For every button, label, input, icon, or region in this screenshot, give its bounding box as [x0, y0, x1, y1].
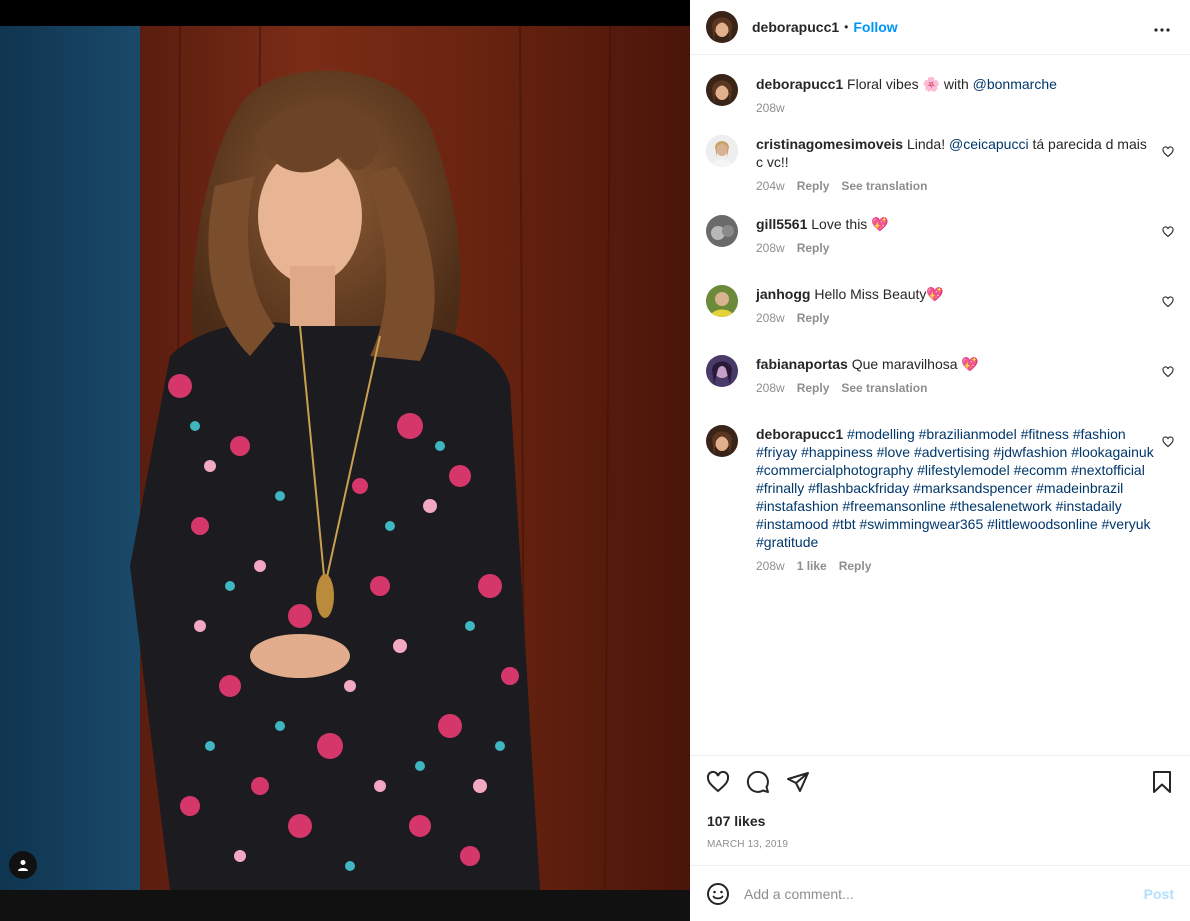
likes-count[interactable]: 107 likes — [690, 813, 1190, 829]
comment-time[interactable]: 208w — [756, 381, 785, 395]
comment-item: cristinagomesimoveis Linda! @ceicapucci … — [706, 135, 1174, 193]
caption-emoji: 🌸 — [922, 76, 940, 92]
more-options-icon — [1154, 28, 1170, 32]
comment-username[interactable]: gill5561 — [756, 216, 807, 232]
comment-likes-button[interactable]: 1 like — [797, 559, 827, 573]
comment-username[interactable]: deborapucc1 — [756, 426, 843, 442]
emoji-icon — [707, 882, 729, 905]
header-separator: • — [844, 20, 849, 34]
like-comment-button[interactable] — [1162, 435, 1174, 451]
emoji-button[interactable] — [706, 882, 730, 906]
photo-illustration — [0, 26, 690, 890]
comment-meta: 208w Reply — [756, 311, 1156, 325]
bookmark-icon — [1153, 771, 1171, 793]
like-comment-button[interactable] — [1162, 145, 1174, 161]
comment-text: Que maravilhosa — [851, 356, 958, 372]
avatar[interactable] — [706, 285, 738, 317]
instagram-post-modal: deborapucc1 • Follow deborapucc1 Floral … — [0, 0, 1190, 921]
comment-emoji: 💖 — [961, 356, 979, 372]
more-options-button[interactable] — [1150, 13, 1174, 41]
add-comment-bar: Post — [690, 865, 1190, 921]
comment-meta: 204w Reply See translation — [756, 179, 1156, 193]
caption-text-with: with — [943, 76, 969, 92]
post-side-panel: deborapucc1 • Follow deborapucc1 Floral … — [690, 0, 1190, 921]
comment-meta: 208w 1 like Reply — [756, 559, 1156, 573]
user-tag-icon — [18, 860, 28, 871]
comment-hashtags[interactable]: #modelling #brazilianmodel #fitness #fas… — [756, 426, 1154, 550]
comment-text: Linda! — [906, 136, 946, 152]
reply-button[interactable]: Reply — [797, 241, 830, 255]
comment-text: Love this — [811, 216, 868, 232]
heart-icon — [706, 770, 730, 793]
like-comment-button[interactable] — [1162, 365, 1174, 381]
avatar[interactable] — [706, 11, 738, 43]
comment-username[interactable]: fabianaportas — [756, 356, 848, 372]
save-button[interactable] — [1150, 770, 1174, 794]
share-button[interactable] — [786, 770, 810, 794]
comment-time[interactable]: 208w — [756, 559, 785, 573]
caption-mention[interactable]: @bonmarche — [973, 76, 1057, 92]
comment-meta: 208w Reply See translation — [756, 381, 1156, 395]
user-tag-button[interactable] — [9, 851, 37, 879]
post-header: deborapucc1 • Follow — [690, 0, 1190, 55]
heart-icon — [1162, 146, 1174, 158]
like-button[interactable] — [706, 770, 730, 794]
heart-icon — [1162, 296, 1174, 308]
heart-icon — [1162, 226, 1174, 238]
comment-item: gill5561 Love this 💖 208w Reply — [706, 215, 1174, 255]
comment-mention[interactable]: @ceicapucci — [949, 136, 1029, 152]
caption-text: Floral vibes — [847, 76, 919, 92]
caption: deborapucc1 Floral vibes 🌸 with @bonmarc… — [706, 74, 1174, 115]
post-date[interactable]: MARCH 13, 2019 — [690, 839, 1190, 850]
reply-button[interactable]: Reply — [797, 179, 830, 193]
heart-icon — [1162, 366, 1174, 378]
post-comment-button[interactable]: Post — [1144, 886, 1174, 902]
reply-button[interactable]: Reply — [797, 381, 830, 395]
avatar[interactable] — [706, 425, 738, 457]
comment-time[interactable]: 208w — [756, 241, 785, 255]
reply-button[interactable]: Reply — [797, 311, 830, 325]
comment-item: fabianaportas Que maravilhosa 💖 208w Rep… — [706, 355, 1174, 395]
reply-button[interactable]: Reply — [839, 559, 872, 573]
post-photo[interactable] — [0, 26, 690, 890]
post-media — [0, 0, 690, 921]
avatar[interactable] — [706, 355, 738, 387]
caption-time[interactable]: 208w — [756, 101, 785, 115]
action-bar — [690, 756, 1190, 808]
comment-text: Hello Miss Beauty — [814, 286, 927, 302]
comment-username[interactable]: cristinagomesimoveis — [756, 136, 903, 152]
caption-meta: 208w — [756, 101, 1156, 115]
comment-username[interactable]: janhogg — [756, 286, 810, 302]
heart-icon — [1162, 436, 1174, 448]
media-bottom-strip — [0, 890, 690, 921]
share-icon — [787, 772, 809, 792]
avatar[interactable] — [706, 215, 738, 247]
comments-list[interactable]: deborapucc1 Floral vibes 🌸 with @bonmarc… — [690, 56, 1190, 754]
header-username[interactable]: deborapucc1 — [752, 19, 839, 35]
comment-item: janhogg Hello Miss Beauty💖 208w Reply — [706, 285, 1174, 325]
like-comment-button[interactable] — [1162, 295, 1174, 311]
comment-time[interactable]: 208w — [756, 311, 785, 325]
post-actions-area: 107 likes MARCH 13, 2019 — [690, 755, 1190, 850]
caption-username[interactable]: deborapucc1 — [756, 76, 843, 92]
see-translation-button[interactable]: See translation — [841, 179, 927, 193]
comment-emoji: 💖 — [871, 216, 889, 232]
comment-emoji: 💖 — [926, 286, 944, 302]
follow-button[interactable]: Follow — [853, 19, 897, 35]
comment-input[interactable] — [744, 885, 1144, 902]
see-translation-button[interactable]: See translation — [841, 381, 927, 395]
comment-meta: 208w Reply — [756, 241, 1156, 255]
like-comment-button[interactable] — [1162, 225, 1174, 241]
avatar[interactable] — [706, 135, 738, 167]
comment-time[interactable]: 204w — [756, 179, 785, 193]
comment-button[interactable] — [746, 770, 770, 794]
avatar[interactable] — [706, 74, 738, 106]
comment-icon — [746, 770, 769, 793]
comment-item: deborapucc1 #modelling #brazilianmodel #… — [706, 425, 1174, 573]
